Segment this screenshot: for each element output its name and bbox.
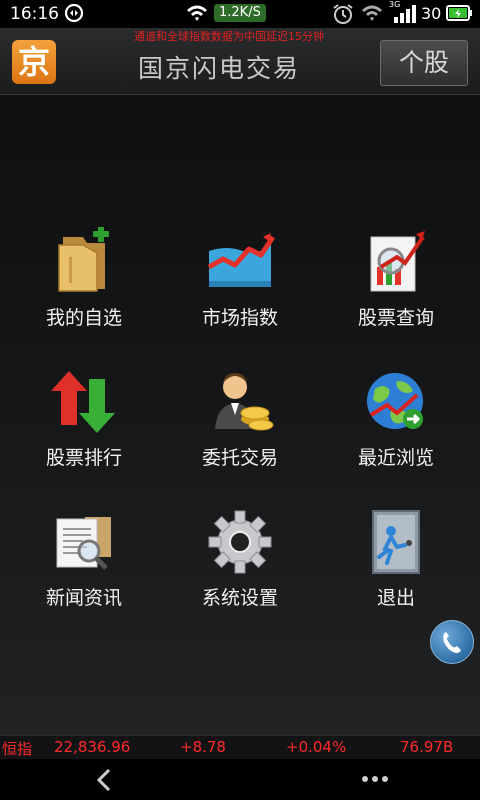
- index-name: 恒指: [2, 740, 33, 758]
- menu-item-market-index[interactable]: 市场指数: [160, 227, 320, 357]
- phone-icon: [443, 632, 461, 653]
- exit-door-icon: [372, 510, 420, 574]
- index-volume: 76.97B: [400, 738, 454, 756]
- menu-item-label: 新闻资讯: [45, 587, 122, 609]
- signal-icon: [394, 5, 416, 23]
- more-icon[interactable]: [360, 774, 390, 784]
- menu-item-settings[interactable]: 系统设置: [160, 507, 320, 637]
- status-bar: 16:16 1.2K/S 3G 30: [0, 0, 480, 28]
- index-value: 22,836.96: [54, 738, 131, 756]
- menu-item-label: 最近浏览: [357, 447, 434, 469]
- menu-item-recent[interactable]: 最近浏览: [316, 367, 476, 497]
- menu-item-label: 股票排行: [45, 447, 122, 469]
- gear-icon: [208, 510, 272, 574]
- menu-grid: 我的自选 市场指数 股票查询 股票排行 委托交易 最近浏览 新闻资讯 系统设置 …: [0, 95, 480, 735]
- battery-icon: [446, 5, 472, 21]
- system-nav-bar: [0, 759, 480, 800]
- menu-item-news[interactable]: 新闻资讯: [4, 507, 164, 637]
- menu-item-label: 委托交易: [201, 447, 278, 469]
- news-search-icon: [56, 517, 111, 570]
- sync-icon: [64, 3, 84, 23]
- alarm-icon: [333, 4, 353, 24]
- menu-item-label: 市场指数: [201, 307, 278, 329]
- index-ticker[interactable]: 恒指 22,836.96 +8.78 +0.04% 76.97B: [0, 735, 480, 760]
- individual-stock-button[interactable]: 个股: [380, 40, 468, 86]
- index-change-pct: +0.04%: [286, 738, 347, 756]
- up-down-arrows-icon: [51, 371, 115, 433]
- back-icon[interactable]: [92, 767, 118, 793]
- phone-floating-button[interactable]: [430, 620, 474, 664]
- trend-chart-icon: [207, 233, 275, 287]
- menu-item-stock-query[interactable]: 股票查询: [316, 227, 476, 357]
- menu-item-label: 系统设置: [201, 587, 278, 609]
- chart-search-icon: [370, 231, 425, 292]
- menu-item-label: 我的自选: [45, 307, 122, 329]
- app-logo: 京: [12, 40, 56, 84]
- status-time: 16:16: [10, 4, 59, 24]
- wifi-icon: [362, 5, 382, 21]
- menu-item-stock-ranking[interactable]: 股票排行: [4, 367, 164, 497]
- app-header: 通道和全球指数数据为中国延迟15分钟 京 国京闪电交易 个股: [0, 28, 480, 95]
- index-change: +8.78: [180, 738, 226, 756]
- folder-add-icon: [58, 227, 109, 292]
- menu-item-label: 股票查询: [357, 307, 434, 329]
- globe-arrow-icon: [367, 373, 423, 429]
- menu-item-exit[interactable]: 退出: [316, 507, 476, 637]
- scrolling-notice: 通道和全球指数数据为中国延迟15分钟: [134, 30, 324, 43]
- menu-item-label: 退出: [376, 587, 415, 609]
- battery-level: 30: [421, 4, 442, 23]
- menu-item-trading[interactable]: 委托交易: [160, 367, 320, 497]
- page-title: 国京闪电交易: [138, 54, 301, 83]
- wifi-icon: [187, 5, 207, 21]
- menu-item-watchlist[interactable]: 我的自选: [4, 227, 164, 357]
- net-speed-badge: 1.2K/S: [214, 4, 266, 22]
- trader-coins-icon: [215, 373, 274, 431]
